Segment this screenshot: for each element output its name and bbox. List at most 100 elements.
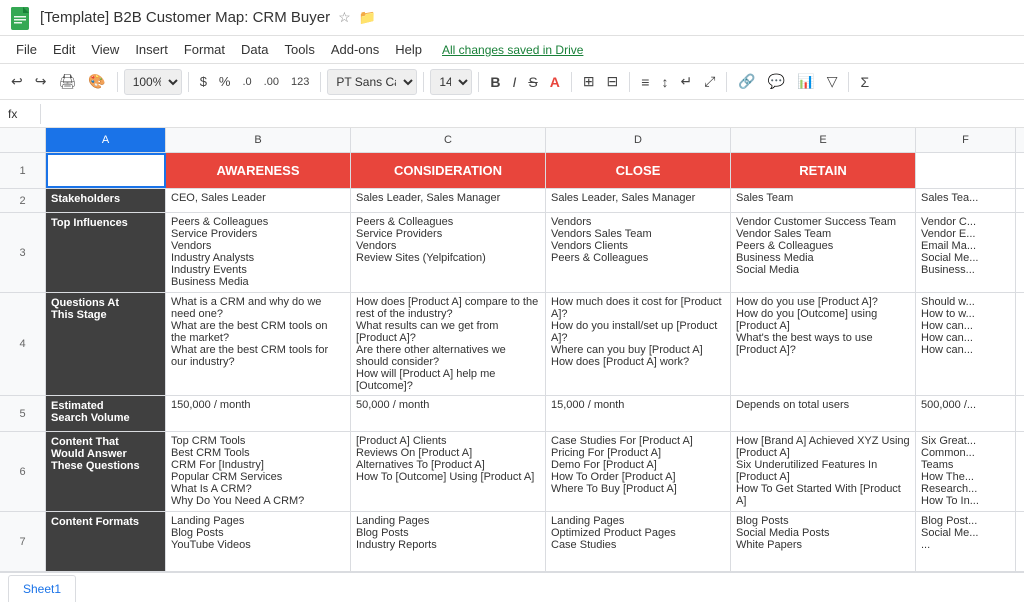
chart-button[interactable]: 📊: [792, 69, 819, 94]
cell-f6[interactable]: Six Great... Common... Teams How The... …: [916, 432, 1016, 511]
cell-a3[interactable]: Top Influences: [46, 213, 166, 292]
sheet-tab-sheet1[interactable]: Sheet1: [8, 575, 76, 602]
col-header-b[interactable]: B: [166, 128, 351, 152]
cell-a2[interactable]: Stakeholders: [46, 189, 166, 212]
cell-d4[interactable]: How much does it cost for [Product A]? H…: [546, 293, 731, 395]
sheet-area: A B C D E F 1 AWARENESS CONSIDERATION CL…: [0, 128, 1024, 572]
cell-f7[interactable]: Blog Post... Social Me... ...: [916, 512, 1016, 571]
print-button[interactable]: 🖨: [53, 69, 81, 94]
undo-button[interactable]: ↩: [6, 69, 28, 94]
cell-e3[interactable]: Vendor Customer Success Team Vendor Sale…: [731, 213, 916, 292]
row-num-4: 4: [0, 293, 46, 395]
cell-d7[interactable]: Landing Pages Optimized Product Pages Ca…: [546, 512, 731, 571]
redo-button[interactable]: ↪: [30, 69, 52, 94]
bold-button[interactable]: B: [485, 70, 505, 94]
zoom-select[interactable]: 100%: [124, 69, 182, 95]
cell-c6[interactable]: [Product A] Clients Reviews On [Product …: [351, 432, 546, 511]
table-row: 7 Content Formats Landing Pages Blog Pos…: [0, 512, 1024, 572]
title-bar: [Template] B2B Customer Map: CRM Buyer ☆…: [0, 0, 1024, 36]
row-num-2: 2: [0, 189, 46, 212]
cell-c1[interactable]: CONSIDERATION: [351, 153, 546, 188]
cell-b5[interactable]: 150,000 / month: [166, 396, 351, 431]
cell-e4[interactable]: How do you use [Product A]? How do you […: [731, 293, 916, 395]
toolbar-separator-9: [848, 72, 849, 92]
cell-b6[interactable]: Top CRM Tools Best CRM Tools CRM For [In…: [166, 432, 351, 511]
valign-button[interactable]: ↕: [656, 70, 673, 94]
filter-button[interactable]: ▽: [822, 69, 843, 94]
cell-b3[interactable]: Peers & Colleagues Service Providers Ven…: [166, 213, 351, 292]
row-num-7: 7: [0, 512, 46, 571]
cell-c3[interactable]: Peers & Colleagues Service Providers Ven…: [351, 213, 546, 292]
menu-edit[interactable]: Edit: [45, 38, 83, 61]
cell-d6[interactable]: Case Studies For [Product A] Pricing For…: [546, 432, 731, 511]
function-button[interactable]: Σ: [855, 70, 874, 94]
cell-a5[interactable]: Estimated Search Volume: [46, 396, 166, 431]
cell-f1[interactable]: [916, 153, 1016, 188]
col-header-c[interactable]: C: [351, 128, 546, 152]
menu-insert[interactable]: Insert: [127, 38, 176, 61]
cell-e7[interactable]: Blog Posts Social Media Posts White Pape…: [731, 512, 916, 571]
borders-button[interactable]: ⊞: [578, 69, 600, 94]
decimal-decrease-button[interactable]: .0: [237, 72, 256, 92]
formula-bar: fx: [0, 100, 1024, 128]
fontsize-select[interactable]: 14: [430, 69, 472, 95]
link-button[interactable]: 🔗: [733, 69, 760, 94]
cell-b4[interactable]: What is a CRM and why do we need one? Wh…: [166, 293, 351, 395]
cell-a1[interactable]: [46, 153, 166, 188]
menu-help[interactable]: Help: [387, 38, 430, 61]
col-header-e[interactable]: E: [731, 128, 916, 152]
folder-icon[interactable]: 📁: [359, 9, 376, 26]
star-icon[interactable]: ☆: [338, 9, 351, 26]
cell-c7[interactable]: Landing Pages Blog Posts Industry Report…: [351, 512, 546, 571]
cell-d2[interactable]: Sales Leader, Sales Manager: [546, 189, 731, 212]
cell-a4[interactable]: Questions At This Stage: [46, 293, 166, 395]
align-button[interactable]: ≡: [636, 70, 654, 94]
strikethrough-button[interactable]: S: [523, 70, 542, 94]
cell-b7[interactable]: Landing Pages Blog Posts YouTube Videos: [166, 512, 351, 571]
cell-a6[interactable]: Content That Would Answer These Question…: [46, 432, 166, 511]
percent-button[interactable]: %: [214, 70, 236, 93]
menu-view[interactable]: View: [83, 38, 127, 61]
cell-d5[interactable]: 15,000 / month: [546, 396, 731, 431]
cell-d1[interactable]: CLOSE: [546, 153, 731, 188]
merge-button[interactable]: ⊟: [602, 69, 624, 94]
cell-f3[interactable]: Vendor C... Vendor E... Email Ma... Soci…: [916, 213, 1016, 292]
cell-e1[interactable]: RETAIN: [731, 153, 916, 188]
cell-e2[interactable]: Sales Team: [731, 189, 916, 212]
cell-c4[interactable]: How does [Product A] compare to the rest…: [351, 293, 546, 395]
cell-d3[interactable]: Vendors Vendors Sales Team Vendors Clien…: [546, 213, 731, 292]
cell-e5[interactable]: Depends on total users: [731, 396, 916, 431]
currency-button[interactable]: $: [195, 70, 212, 93]
save-status: All changes saved in Drive: [442, 43, 583, 57]
formula-input[interactable]: [49, 107, 1016, 121]
col-header-a[interactable]: A: [46, 128, 166, 152]
col-header-d[interactable]: D: [546, 128, 731, 152]
italic-button[interactable]: I: [507, 70, 521, 94]
paint-format-button[interactable]: 🎨: [83, 69, 110, 94]
toolbar-separator-5: [478, 72, 479, 92]
comment-button[interactable]: 💬: [763, 69, 790, 94]
cell-c5[interactable]: 50,000 / month: [351, 396, 546, 431]
menu-addons[interactable]: Add-ons: [323, 38, 387, 61]
decimal-increase-button[interactable]: .00: [259, 72, 284, 92]
menu-format[interactable]: Format: [176, 38, 233, 61]
font-select[interactable]: PT Sans Ca...: [327, 69, 417, 95]
cell-f2[interactable]: Sales Tea...: [916, 189, 1016, 212]
rotate-button[interactable]: ⤢: [699, 69, 720, 94]
cell-f4[interactable]: Should w... How to w... How can... How c…: [916, 293, 1016, 395]
cell-b2[interactable]: CEO, Sales Leader: [166, 189, 351, 212]
menu-data[interactable]: Data: [233, 38, 276, 61]
text-color-button[interactable]: A: [545, 70, 565, 94]
format-123-button[interactable]: 123: [286, 72, 314, 92]
table-row: 2 Stakeholders CEO, Sales Leader Sales L…: [0, 189, 1024, 213]
cell-f5[interactable]: 500,000 /...: [916, 396, 1016, 431]
cell-a7[interactable]: Content Formats: [46, 512, 166, 571]
cell-c2[interactable]: Sales Leader, Sales Manager: [351, 189, 546, 212]
cell-e6[interactable]: How [Brand A] Achieved XYZ Using [Produc…: [731, 432, 916, 511]
menu-file[interactable]: File: [8, 38, 45, 61]
menu-tools[interactable]: Tools: [276, 38, 322, 61]
cell-b1[interactable]: AWARENESS: [166, 153, 351, 188]
corner-cell: [0, 128, 46, 152]
col-header-f[interactable]: F: [916, 128, 1016, 152]
wrap-button[interactable]: ↵: [675, 69, 697, 94]
